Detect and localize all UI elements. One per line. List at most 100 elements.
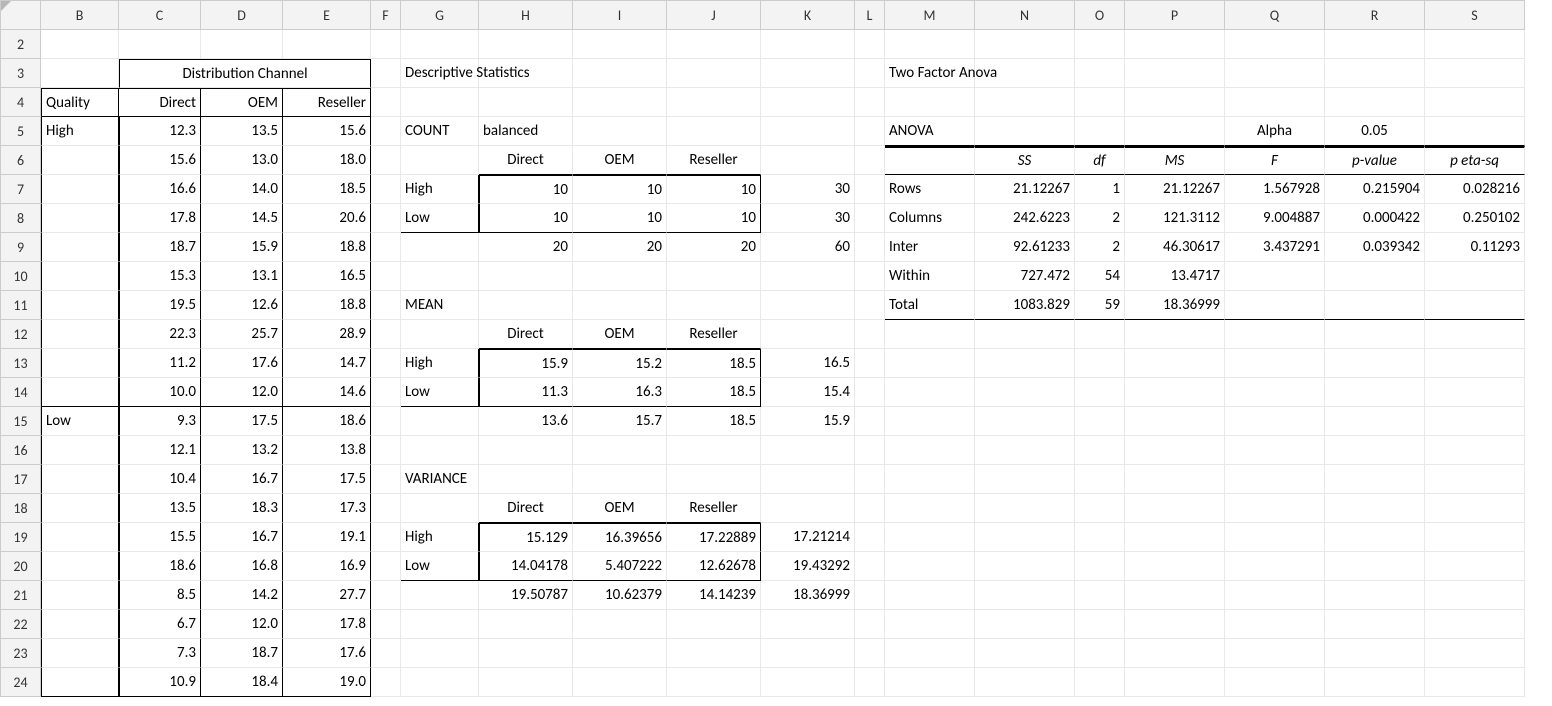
data-cell[interactable]: 10.4 [119,465,201,494]
mean-cell[interactable]: 15.7 [573,407,667,436]
cell[interactable] [975,30,1075,59]
anova-cell[interactable]: 9.004887 [1225,204,1325,233]
cell[interactable] [855,291,885,320]
data-cell[interactable]: 13.2 [201,436,283,465]
reseller-header[interactable]: Reseller [283,88,371,117]
cell[interactable] [885,581,975,610]
cell[interactable] [855,639,885,668]
data-cell[interactable]: 17.8 [283,610,371,639]
cell[interactable] [371,320,401,349]
anova-row-label[interactable]: Inter [885,233,975,262]
anova-cell[interactable]: 21.12267 [1125,175,1225,204]
cell[interactable] [1075,465,1125,494]
anova-hdr-eta[interactable]: p eta-sq [1425,146,1525,175]
data-cell[interactable]: 18.8 [283,233,371,262]
data-cell[interactable]: 14.6 [283,378,371,407]
anova-cell[interactable]: 0.215904 [1325,175,1425,204]
cell[interactable] [371,523,401,552]
cell[interactable] [1075,407,1125,436]
cell[interactable] [41,175,119,204]
cell[interactable] [885,494,975,523]
mean-row-low[interactable]: Low [401,378,479,407]
cell[interactable] [1425,465,1525,494]
row-header[interactable]: 12 [1,320,41,349]
mean-hdr[interactable]: OEM [573,320,667,349]
count-row-low[interactable]: Low [401,204,479,233]
cell[interactable] [401,262,479,291]
cell[interactable] [1425,378,1525,407]
cell[interactable] [573,117,667,146]
cell[interactable] [761,610,855,639]
cell[interactable] [41,59,119,88]
cell[interactable] [1425,291,1525,320]
data-cell[interactable]: 13.5 [119,494,201,523]
data-cell[interactable]: 13.8 [283,436,371,465]
cell[interactable] [761,494,855,523]
row-header[interactable]: 7 [1,175,41,204]
quality-low[interactable]: Low [41,407,119,436]
cell[interactable] [855,320,885,349]
row-header[interactable]: 24 [1,668,41,697]
cell[interactable] [1425,436,1525,465]
quality-high[interactable]: High [41,117,119,146]
cell[interactable] [1325,552,1425,581]
cell[interactable] [1225,88,1325,117]
data-cell[interactable]: 17.8 [119,204,201,233]
col-header[interactable]: C [119,1,201,30]
cell[interactable] [667,30,761,59]
cell[interactable] [1225,494,1325,523]
cell[interactable] [401,407,479,436]
cell[interactable] [283,30,371,59]
row-header[interactable]: 8 [1,204,41,233]
cell[interactable] [761,320,855,349]
data-cell[interactable]: 19.1 [283,523,371,552]
cell[interactable] [1075,610,1125,639]
cell[interactable] [479,668,573,697]
mean-hdr[interactable]: Reseller [667,320,761,349]
cell[interactable] [855,59,885,88]
cell[interactable] [1225,30,1325,59]
cell[interactable] [885,552,975,581]
cell[interactable] [761,465,855,494]
var-hdr[interactable]: Reseller [667,494,761,523]
cell[interactable] [885,436,975,465]
cell[interactable] [1075,668,1125,697]
cell[interactable] [855,262,885,291]
data-cell[interactable]: 12.0 [201,378,283,407]
data-cell[interactable]: 17.3 [283,494,371,523]
cell[interactable] [1225,523,1325,552]
cell[interactable] [1125,494,1225,523]
cell[interactable] [479,639,573,668]
mean-cell[interactable]: 18.5 [667,349,761,378]
cell[interactable] [41,465,119,494]
var-cell[interactable]: 17.21214 [761,523,855,552]
row-header[interactable]: 5 [1,117,41,146]
col-header[interactable]: R [1325,1,1425,30]
data-cell[interactable]: 19.5 [119,291,201,320]
cell[interactable] [1425,88,1525,117]
cell[interactable] [1325,262,1425,291]
cell[interactable] [41,610,119,639]
data-cell[interactable]: 17.5 [201,407,283,436]
cell[interactable] [1075,639,1125,668]
cell[interactable] [761,291,855,320]
cell[interactable] [1125,465,1225,494]
cell[interactable] [1425,668,1525,697]
cell[interactable] [41,523,119,552]
count-hdr-direct[interactable]: Direct [479,146,573,175]
cell[interactable] [371,668,401,697]
cell[interactable] [855,465,885,494]
cell[interactable] [667,465,761,494]
mean-cell[interactable]: 15.4 [761,378,855,407]
anova-hdr-f[interactable]: F [1225,146,1325,175]
cell[interactable] [855,146,885,175]
cell[interactable] [371,291,401,320]
data-cell[interactable]: 14.5 [201,204,283,233]
cell[interactable] [371,465,401,494]
var-cell[interactable]: 14.14239 [667,581,761,610]
data-cell[interactable]: 10.0 [119,378,201,407]
row-header[interactable]: 2 [1,30,41,59]
direct-header[interactable]: Direct [119,88,201,117]
cell[interactable] [1325,668,1425,697]
cell[interactable] [1325,291,1425,320]
